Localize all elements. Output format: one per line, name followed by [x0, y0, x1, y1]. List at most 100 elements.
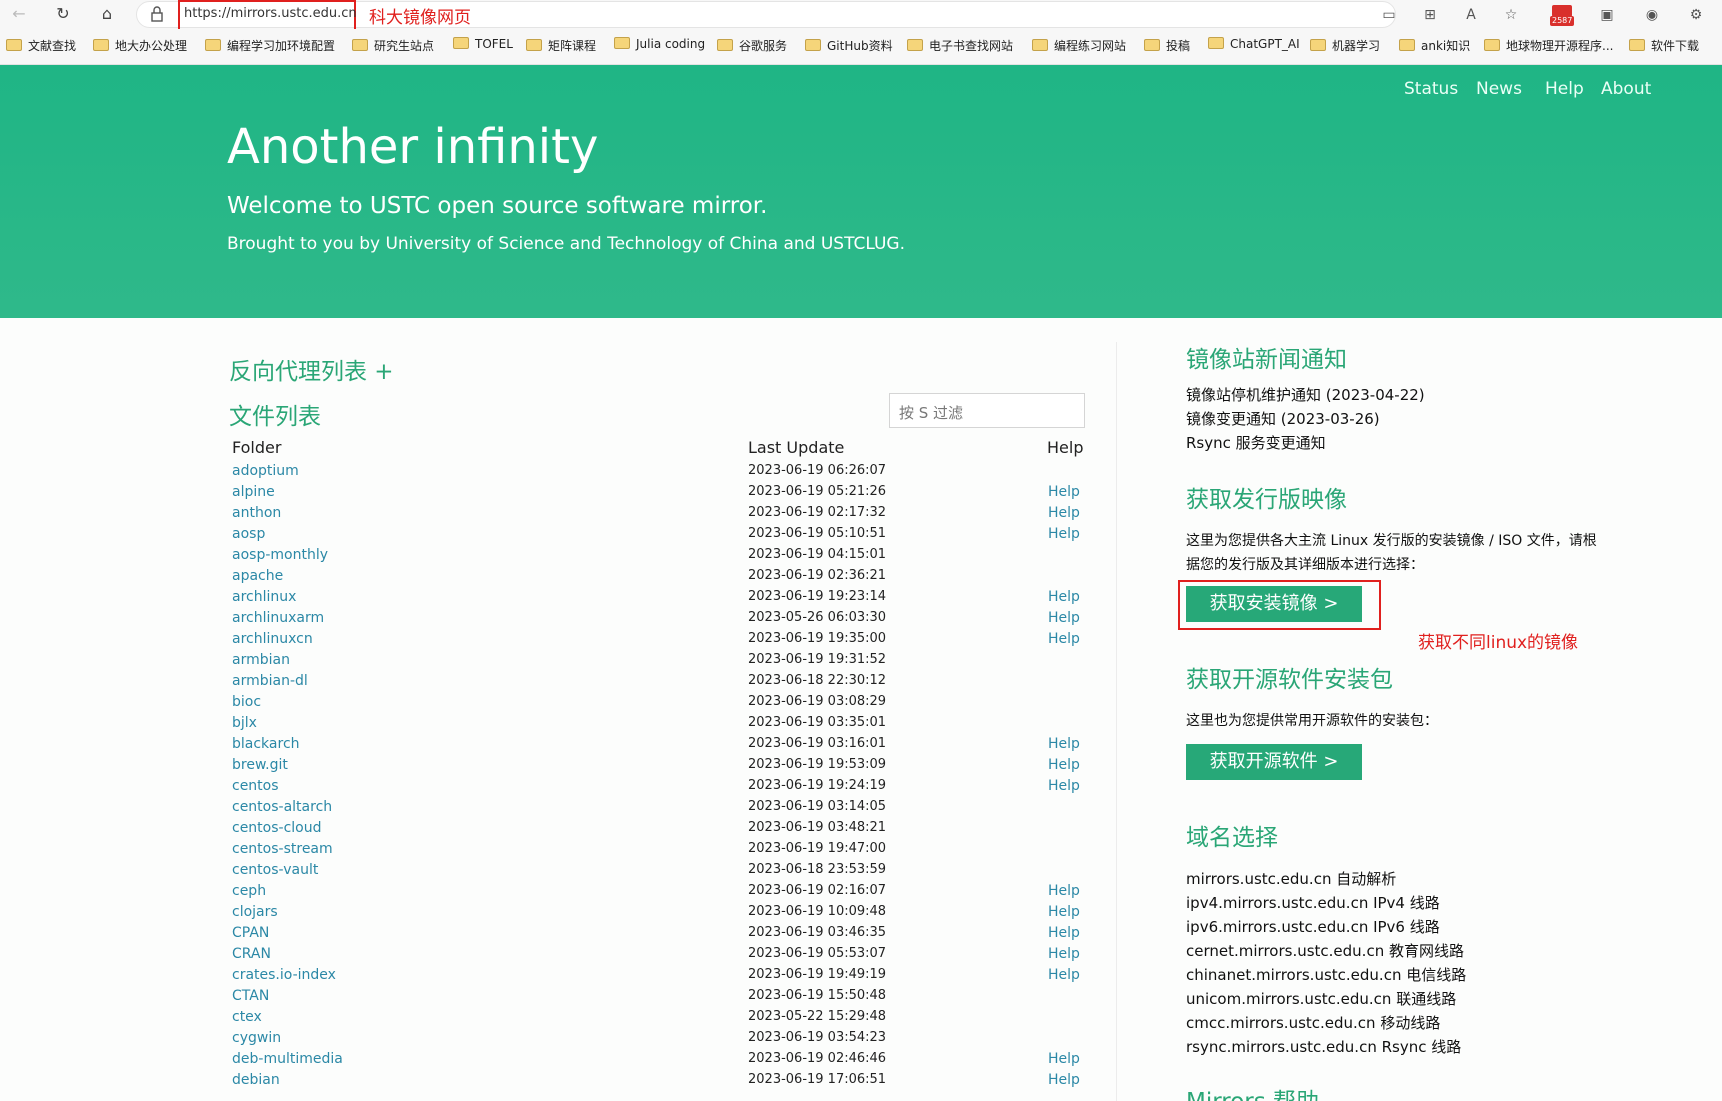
news-item[interactable]: 镜像站停机维护通知 (2023-04-22): [1186, 384, 1425, 405]
back-icon[interactable]: ←: [8, 3, 30, 25]
folder-link[interactable]: archlinux: [232, 589, 296, 605]
favorite-star-icon[interactable]: ☆: [1500, 4, 1522, 26]
folder-icon: [93, 39, 109, 51]
folder-link[interactable]: cygwin: [232, 1030, 281, 1046]
folder-icon: [1399, 39, 1415, 51]
help-link[interactable]: Help: [1048, 1072, 1080, 1088]
bookmark-item[interactable]: 编程练习网站: [1032, 37, 1126, 57]
profile-avatar-icon[interactable]: ◉: [1641, 4, 1663, 26]
last-update-cell: 2023-06-19 10:09:48: [748, 904, 887, 919]
bookmark-item[interactable]: Julia coding: [614, 37, 705, 57]
folder-link[interactable]: brew.git: [232, 757, 288, 773]
help-link[interactable]: Help: [1048, 589, 1080, 605]
bookmark-item[interactable]: 矩阵课程: [526, 37, 596, 57]
nav-news-link[interactable]: News: [1476, 79, 1522, 99]
read-aloud-icon[interactable]: A: [1460, 4, 1482, 26]
folder-link[interactable]: bioc: [232, 694, 261, 710]
get-software-button[interactable]: 获取开源软件 >: [1186, 744, 1362, 780]
nav-about-link[interactable]: About: [1601, 79, 1651, 99]
home-icon[interactable]: ⌂: [96, 3, 118, 25]
help-link[interactable]: Help: [1048, 883, 1080, 899]
help-link[interactable]: Help: [1048, 904, 1080, 920]
col-header-folder: Folder: [232, 438, 282, 457]
folder-link[interactable]: archlinuxarm: [232, 610, 324, 626]
help-link[interactable]: Help: [1048, 1051, 1080, 1067]
table-row: alpine 2023-06-19 05:21:26 Help: [0, 484, 1100, 505]
folder-link[interactable]: armbian-dl: [232, 673, 308, 689]
folder-link[interactable]: archlinuxcn: [232, 631, 313, 647]
domain-item: cmcc.mirrors.ustc.edu.cn 移动线路: [1186, 1014, 1441, 1032]
folder-link[interactable]: ceph: [232, 883, 266, 899]
folder-link[interactable]: centos-cloud: [232, 820, 322, 836]
folder-link[interactable]: armbian: [232, 652, 290, 668]
table-row: archlinuxcn 2023-06-19 19:35:00 Help: [0, 631, 1100, 652]
url-text[interactable]: https://mirrors.ustc.edu.cn: [184, 6, 357, 21]
reload-icon[interactable]: ↻: [52, 3, 74, 25]
help-link[interactable]: Help: [1048, 610, 1080, 626]
last-update-cell: 2023-06-19 19:49:19: [748, 967, 887, 982]
help-link[interactable]: Help: [1048, 526, 1080, 542]
bookmark-item[interactable]: 研究生站点: [352, 37, 434, 57]
table-row: bjlx 2023-06-19 03:35:01: [0, 715, 1100, 736]
help-link[interactable]: Help: [1048, 484, 1080, 500]
folder-link[interactable]: adoptium: [232, 463, 299, 479]
folder-link[interactable]: apache: [232, 568, 283, 584]
folder-link[interactable]: bjlx: [232, 715, 257, 731]
bookmark-item[interactable]: 编程学习加环境配置: [205, 37, 335, 57]
folder-link[interactable]: CPAN: [232, 925, 269, 941]
help-link[interactable]: Help: [1048, 631, 1080, 647]
help-link[interactable]: Help: [1048, 505, 1080, 521]
folder-link[interactable]: CRAN: [232, 946, 271, 962]
folder-link[interactable]: CTAN: [232, 988, 269, 1004]
proxy-list-title[interactable]: 反向代理列表 +: [229, 352, 394, 386]
help-link[interactable]: Help: [1048, 757, 1080, 773]
bookmark-item[interactable]: 机器学习: [1310, 37, 1380, 57]
folder-link[interactable]: clojars: [232, 904, 278, 920]
apps-icon[interactable]: ⊞: [1419, 4, 1441, 26]
folder-link[interactable]: aosp: [232, 526, 265, 542]
device-icon[interactable]: ▭: [1378, 4, 1400, 26]
folder-link[interactable]: crates.io-index: [232, 967, 336, 983]
folder-link[interactable]: centos-stream: [232, 841, 333, 857]
folder-link[interactable]: centos-altarch: [232, 799, 332, 815]
folder-link[interactable]: alpine: [232, 484, 275, 500]
help-link[interactable]: Help: [1048, 736, 1080, 752]
folder-link[interactable]: centos-vault: [232, 862, 318, 878]
bookmark-item[interactable]: ChatGPT_AI: [1208, 37, 1300, 57]
folder-link[interactable]: aosp-monthly: [232, 547, 328, 563]
help-link[interactable]: Help: [1048, 967, 1080, 983]
folder-link[interactable]: debian: [232, 1072, 280, 1088]
nav-help-link[interactable]: Help: [1545, 79, 1584, 99]
folder-link[interactable]: ctex: [232, 1009, 262, 1025]
bookmark-item[interactable]: 电子书查找网站: [907, 37, 1013, 57]
last-update-cell: 2023-06-19 03:08:29: [748, 694, 887, 709]
help-link[interactable]: Help: [1048, 946, 1080, 962]
filter-input[interactable]: 按 S 过滤: [889, 393, 1085, 428]
bookmark-item[interactable]: TOFEL: [453, 37, 513, 57]
table-row: armbian 2023-06-19 19:31:52: [0, 652, 1100, 673]
bookmark-item[interactable]: 软件下载: [1629, 37, 1699, 57]
news-item[interactable]: Rsync 服务变更通知: [1186, 432, 1326, 453]
folder-link[interactable]: deb-multimedia: [232, 1051, 343, 1067]
bookmark-item[interactable]: 文献查找: [6, 37, 76, 57]
folder-link[interactable]: anthon: [232, 505, 281, 521]
bookmark-item[interactable]: 地球物理开源程序...: [1484, 37, 1613, 57]
software-description: 这里也为您提供常用开源软件的安装包：: [1186, 713, 1438, 729]
bookmark-item[interactable]: GitHub资料: [805, 37, 893, 57]
help-link[interactable]: Help: [1048, 778, 1080, 794]
extension-icon[interactable]: ▣: [1596, 4, 1618, 26]
folder-link[interactable]: centos: [232, 778, 279, 794]
last-update-cell: 2023-06-19 19:47:00: [748, 841, 887, 856]
nav-status-link[interactable]: Status: [1404, 79, 1458, 99]
folder-link[interactable]: blackarch: [232, 736, 300, 752]
bookmark-item[interactable]: anki知识: [1399, 37, 1470, 57]
get-iso-button[interactable]: 获取安装镜像 >: [1186, 586, 1362, 622]
mail-icon[interactable]: 2587: [1547, 3, 1579, 27]
news-item[interactable]: 镜像变更通知 (2023-03-26): [1186, 408, 1380, 429]
bookmark-item[interactable]: 谷歌服务: [717, 37, 787, 57]
bookmark-item[interactable]: 地大办公处理: [93, 37, 187, 57]
bookmark-item[interactable]: 投稿: [1144, 37, 1190, 57]
help-link[interactable]: Help: [1048, 925, 1080, 941]
table-row: cygwin 2023-06-19 03:54:23: [0, 1030, 1100, 1051]
settings-gear-icon[interactable]: ⚙: [1685, 4, 1707, 26]
